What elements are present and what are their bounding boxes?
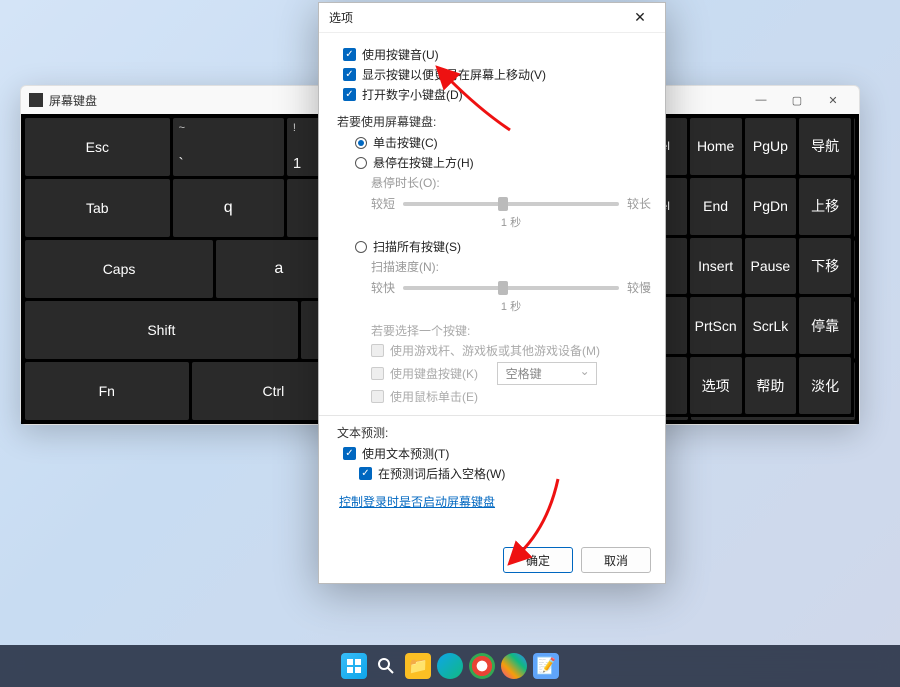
section-text-prediction: 文本预测:: [337, 424, 651, 441]
checkbox-icon: ✓: [343, 48, 356, 61]
key-tab[interactable]: Tab: [25, 179, 170, 237]
key-prtscn[interactable]: PrtScn: [690, 297, 742, 354]
radio-scan[interactable]: 扫描所有按键(S): [355, 238, 651, 255]
key-down[interactable]: 下移: [799, 238, 851, 295]
osk-maximize-button[interactable]: ▢: [779, 86, 815, 114]
dialog-titlebar: 选项 ✕: [319, 3, 665, 33]
osk-minimize-button[interactable]: —: [743, 86, 779, 114]
key-up[interactable]: 上移: [799, 178, 851, 235]
cancel-button[interactable]: 取消: [581, 547, 651, 573]
osk-close-button[interactable]: ✕: [815, 86, 851, 114]
taskbar-notepad-icon[interactable]: 📝: [533, 653, 559, 679]
radio-icon: [355, 157, 367, 169]
key-pgup[interactable]: PgUp: [745, 118, 797, 175]
scan-speed-label: 扫描速度(N):: [371, 258, 651, 275]
radio-icon: [355, 137, 367, 149]
checkbox-icon: [371, 367, 384, 380]
scan-value: 1 秒: [371, 298, 651, 314]
taskbar-explorer-icon[interactable]: 📁: [405, 653, 431, 679]
key-options[interactable]: 选项: [690, 357, 742, 414]
hover-short-label: 较短: [371, 195, 395, 212]
key-pause[interactable]: Pause: [745, 238, 797, 295]
checkbox-icon: ✓: [359, 467, 372, 480]
check-numpad[interactable]: ✓打开数字小键盘(D): [343, 86, 651, 103]
key-home[interactable]: Home: [690, 118, 742, 175]
key-fade[interactable]: 淡化: [799, 357, 851, 414]
checkbox-icon: [371, 344, 384, 357]
checkbox-icon: ✓: [343, 68, 356, 81]
dialog-body: ✓使用按键音(U) ✓显示按键以便更易在屏幕上移动(V) ✓打开数字小键盘(D)…: [319, 33, 665, 537]
key-esc[interactable]: Esc: [25, 118, 170, 176]
check-insert-space[interactable]: ✓在预测词后插入空格(W): [359, 465, 651, 482]
taskbar: 📁 📝: [0, 645, 900, 687]
checkbox-icon: ✓: [343, 88, 356, 101]
scan-key-combo: 空格键: [497, 362, 597, 385]
ok-button[interactable]: 确定: [503, 547, 573, 573]
scan-slider: [403, 286, 619, 290]
key-end[interactable]: End: [690, 178, 742, 235]
link-logon-control[interactable]: 控制登录时是否启动屏幕键盘: [339, 493, 495, 510]
taskbar-start-button[interactable]: [341, 653, 367, 679]
dialog-close-button[interactable]: ✕: [625, 4, 655, 32]
dialog-title: 选项: [329, 9, 625, 26]
radio-click[interactable]: 单击按键(C): [355, 134, 651, 151]
radio-icon: [355, 241, 367, 253]
key-dock[interactable]: 停靠: [799, 297, 851, 354]
key-help[interactable]: 帮助: [745, 357, 797, 414]
radio-hover[interactable]: 悬停在按键上方(H): [355, 154, 651, 171]
osk-title: 屏幕键盘: [49, 92, 97, 109]
osk-app-icon: [29, 93, 43, 107]
key-caps[interactable]: Caps: [25, 240, 213, 298]
key-shift[interactable]: Shift: [25, 301, 298, 359]
check-show-keys[interactable]: ✓显示按键以便更易在屏幕上移动(V): [343, 66, 651, 83]
check-keyboard-key: 使用键盘按键(K) 空格键: [371, 362, 651, 385]
key-fn[interactable]: Fn: [25, 362, 189, 420]
key-q[interactable]: q: [173, 179, 284, 237]
check-keyclick-sound[interactable]: ✓使用按键音(U): [343, 46, 651, 63]
checkbox-icon: ✓: [343, 447, 356, 460]
options-dialog: 选项 ✕ ✓使用按键音(U) ✓显示按键以便更易在屏幕上移动(V) ✓打开数字小…: [318, 2, 666, 584]
key-backtick[interactable]: ~`: [173, 118, 284, 176]
section-use-osk: 若要使用屏幕键盘:: [337, 113, 651, 130]
key-nav[interactable]: 导航: [799, 118, 851, 175]
scan-fast-label: 较快: [371, 279, 395, 296]
key-pgdn[interactable]: PgDn: [745, 178, 797, 235]
key-insert[interactable]: Insert: [690, 238, 742, 295]
check-text-prediction[interactable]: ✓使用文本预测(T): [343, 445, 651, 462]
scan-select-label: 若要选择一个按键:: [371, 322, 651, 339]
check-mouse-click: 使用鼠标单击(E): [371, 388, 651, 405]
hover-long-label: 较长: [627, 195, 651, 212]
check-joystick: 使用游戏杆、游戏板或其他游戏设备(M): [371, 342, 651, 359]
taskbar-search-button[interactable]: [373, 653, 399, 679]
taskbar-edge-icon[interactable]: [437, 653, 463, 679]
taskbar-paint-icon[interactable]: [501, 653, 527, 679]
checkbox-icon: [371, 390, 384, 403]
dialog-footer: 确定 取消: [319, 537, 665, 583]
hover-value: 1 秒: [371, 214, 651, 230]
hover-slider: [403, 202, 619, 206]
key-scrlk[interactable]: ScrLk: [745, 297, 797, 354]
hover-duration-label: 悬停时长(O):: [371, 174, 651, 191]
scan-slow-label: 较慢: [627, 279, 651, 296]
taskbar-chrome-icon[interactable]: [469, 653, 495, 679]
